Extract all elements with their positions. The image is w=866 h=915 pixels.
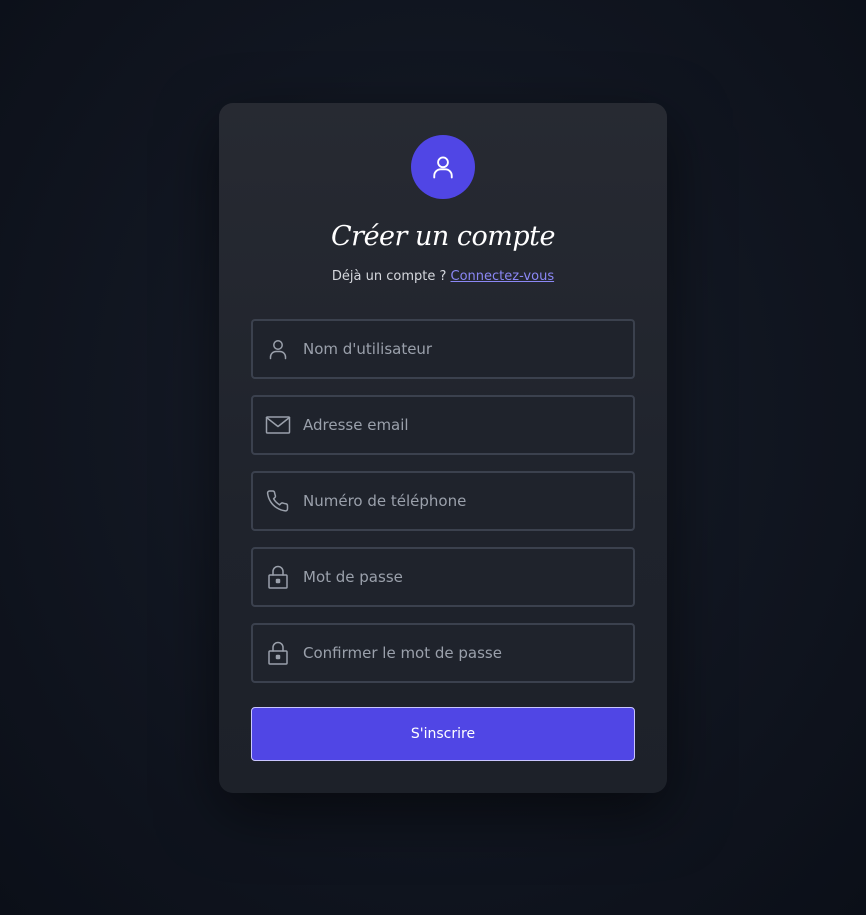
user-icon — [253, 321, 303, 377]
password-field[interactable] — [251, 547, 635, 607]
lock-icon — [253, 549, 303, 605]
login-prompt-text: Déjà un compte ? — [331, 269, 447, 284]
page-title: Créer un compte — [331, 221, 555, 252]
avatar — [411, 135, 475, 199]
login-prompt: Déjà un compte ? Connectez-vous — [219, 269, 667, 284]
username-input[interactable] — [303, 321, 633, 377]
user-icon — [433, 156, 453, 179]
lock-icon — [253, 625, 303, 681]
password-input[interactable] — [303, 549, 633, 605]
signup-button[interactable]: S'inscrire — [251, 707, 635, 761]
signup-card: Créer un compte Déjà un compte ? Connect… — [219, 103, 667, 793]
confirm-password-field[interactable] — [251, 623, 635, 683]
phone-field[interactable] — [251, 471, 635, 531]
confirm-password-input[interactable] — [303, 625, 633, 681]
phone-icon — [253, 473, 303, 529]
login-link[interactable]: Connectez-vous — [451, 269, 555, 284]
email-field[interactable] — [251, 395, 635, 455]
phone-input[interactable] — [303, 473, 633, 529]
email-input[interactable] — [303, 397, 633, 453]
mail-icon — [253, 397, 303, 453]
username-field[interactable] — [251, 319, 635, 379]
